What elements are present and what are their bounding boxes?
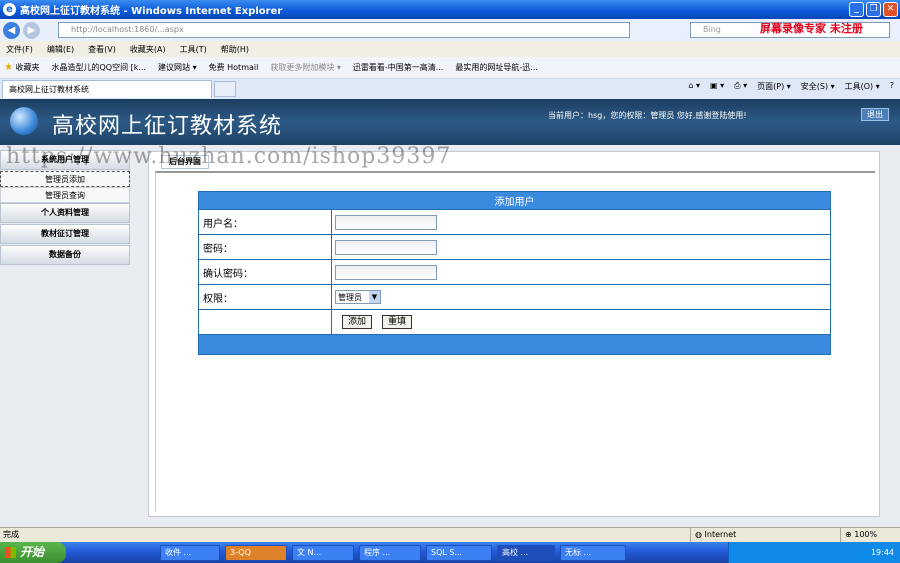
window-title-bar[interactable]: e 高校网上征订教材系统 - Windows Internet Explorer… [0,0,900,19]
role-select[interactable]: 管理员 ▼ [335,290,381,304]
windows-flag-icon [5,547,16,558]
help-icon[interactable]: ? [890,81,894,92]
window-title: 高校网上征订教材系统 - Windows Internet Explorer [20,6,283,17]
user-info: 当前用户：hsg，您的权限：管理员 您好,感谢登陆使用! [548,111,747,120]
shop-watermark: https://www.huzhan.com/ishop39397 [6,144,452,169]
globe-logo-icon [10,107,38,135]
status-text: 完成 [3,530,19,539]
sidebar-item-admin-query[interactable]: 管理员查询 [0,187,130,203]
star-icon: ★ [4,62,13,73]
zoom-level[interactable]: ⊕ 100% [840,528,877,542]
username-input[interactable] [335,214,437,230]
restore-button[interactable]: ❐ [866,2,881,17]
taskbar-item[interactable]: 文 N... [292,545,354,561]
taskbar-item[interactable]: 收件 ... [160,545,220,561]
back-icon[interactable]: ◀ [3,21,20,39]
new-tab-button[interactable] [214,81,236,97]
favorites-bar: ★ 收藏夹 水晶造型儿的QQ空间 [k... 建议网站 ▾ 免费 Hotmail… [0,57,900,79]
favorite-item[interactable]: 建议网站 ▾ [158,62,197,73]
form-footer [198,334,831,355]
chevron-down-icon: ▼ [369,291,380,303]
internet-zone: ◍ Internet [690,528,736,542]
username-label: 用户名： [198,209,332,235]
zoom-icon: ⊕ [845,530,852,539]
add-user-form: 添加用户 用户名： 密码： 确认密码： 权限： 管理员 ▼ 添加 重填 [198,191,831,355]
app-title: 高校网上征订教材系统 [52,114,283,139]
logout-button[interactable]: 退出 [861,108,889,121]
taskbar-item[interactable]: 程序 ... [359,545,421,561]
safety-menu[interactable]: 安全(S) ▾ [801,81,835,92]
sidebar-item-admin-add[interactable]: 管理员添加 [0,171,130,187]
role-value: 管理员 [338,292,362,302]
status-bar: 完成 ◍ Internet ⊕ 100% [0,527,900,542]
taskbar-item[interactable]: SQL S... [426,545,492,561]
sidebar-section-textbooks[interactable]: 教材征订管理 [0,224,130,244]
feeds-icon[interactable]: ▣ ▾ [710,81,724,92]
page-menu[interactable]: 页面(P) ▾ [757,81,791,92]
form-header: 添加用户 [198,191,831,210]
tools-menu[interactable]: 工具(O) ▾ [845,81,880,92]
role-label: 权限： [198,284,332,310]
browser-tab[interactable]: 高校网上征订教材系统 [2,80,212,98]
reset-button[interactable]: 重填 [382,315,413,329]
favorites-button[interactable]: ★ 收藏夹 [4,62,40,73]
command-bar: ⌂ ▾ ▣ ▾ ⎙ ▾ 页面(P) ▾ 安全(S) ▾ 工具(O) ▾ ? [688,81,894,92]
menu-favorites[interactable]: 收藏夹(A) [130,44,166,55]
favorite-item[interactable]: 水晶造型儿的QQ空间 [k... [52,62,147,73]
taskbar-item[interactable]: 高校 ... [497,545,555,561]
menu-bar: 文件(F) 编辑(E) 查看(V) 收藏夹(A) 工具(T) 帮助(H) [0,41,900,57]
app-header: 高校网上征订教材系统 当前用户：hsg，您的权限：管理员 您好,感谢登陆使用! … [0,99,900,145]
menu-tools[interactable]: 工具(T) [180,44,207,55]
sidebar-section-backup[interactable]: 数据备份 [0,245,130,265]
start-button[interactable]: 开始 [0,542,66,563]
minimize-button[interactable]: _ [849,2,864,17]
taskbar: 开始 收件 ... 3-QQ 文 N... 程序 ... SQL S... 高校… [0,542,900,563]
add-button[interactable]: 添加 [342,315,373,329]
print-icon[interactable]: ⎙ ▾ [734,81,747,92]
globe-icon: ◍ [695,530,702,539]
close-button[interactable]: ✕ [883,2,898,17]
home-icon[interactable]: ⌂ ▾ [688,81,700,92]
password-input[interactable] [335,239,437,255]
favorite-item[interactable]: 获取更多附加模块 ▾ [270,62,341,73]
clock[interactable]: 19:44 [871,548,894,557]
favorite-item[interactable]: 迅雷看看-中国第一高清... [353,62,444,73]
menu-view[interactable]: 查看(V) [88,44,116,55]
taskbar-item[interactable]: 3-QQ [225,545,287,561]
menu-help[interactable]: 帮助(H) [221,44,249,55]
system-tray: 19:44 [728,542,900,563]
password-label: 密码： [198,234,332,260]
confirm-password-input[interactable] [335,264,437,280]
forward-icon[interactable]: ▶ [23,21,40,39]
sidebar-section-profile[interactable]: 个人资料管理 [0,203,130,223]
confirm-password-label: 确认密码： [198,259,332,285]
url-input[interactable]: http://localhost:1860/...aspx [58,22,630,38]
menu-edit[interactable]: 编辑(E) [47,44,74,55]
menu-file[interactable]: 文件(F) [6,44,33,55]
taskbar-item[interactable]: 无标 ... [560,545,626,561]
favorite-item[interactable]: 最实用的网址导航-迅... [455,62,538,73]
favorite-item[interactable]: 免费 Hotmail [209,62,259,73]
recorder-watermark: 屏幕录像专家 未注册 [760,22,863,35]
ie-icon: e [3,3,16,16]
